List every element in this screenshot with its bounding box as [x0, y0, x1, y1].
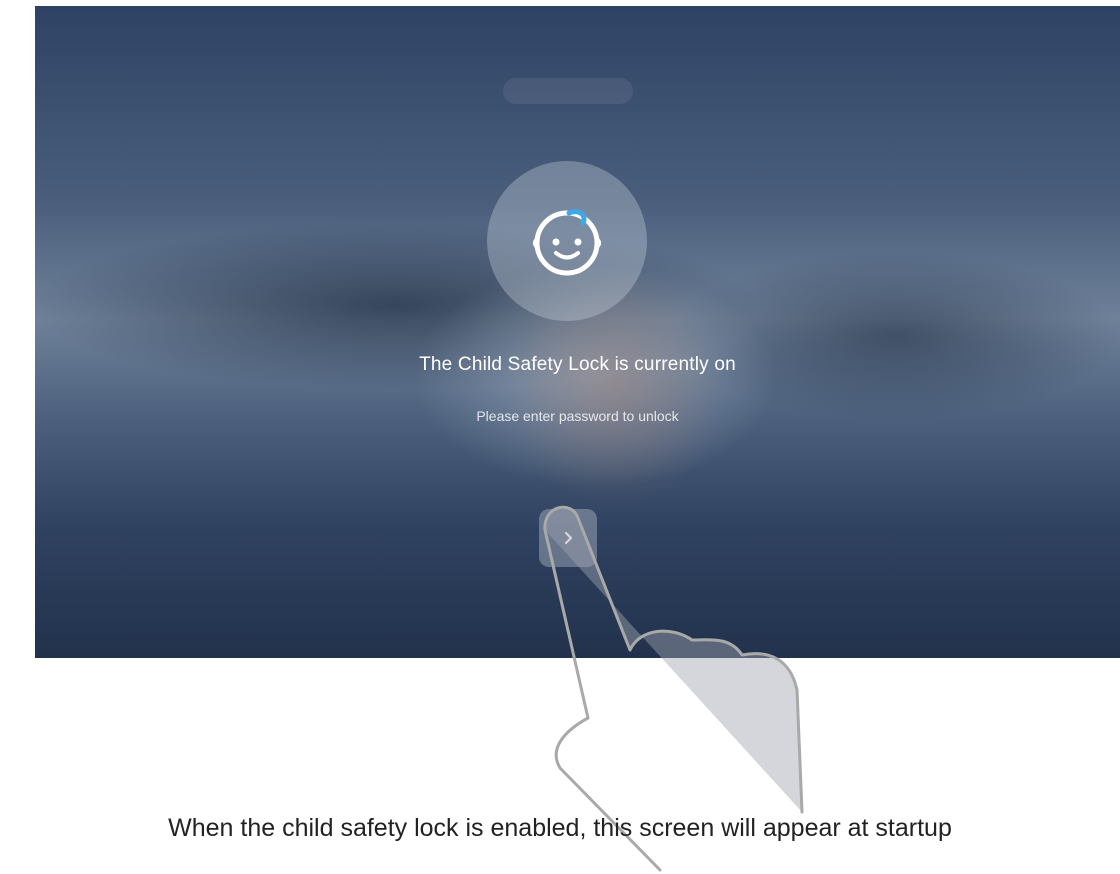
pointing-hand-illustration — [543, 505, 804, 872]
caption-text: When the child safety lock is enabled, t… — [168, 814, 952, 842]
